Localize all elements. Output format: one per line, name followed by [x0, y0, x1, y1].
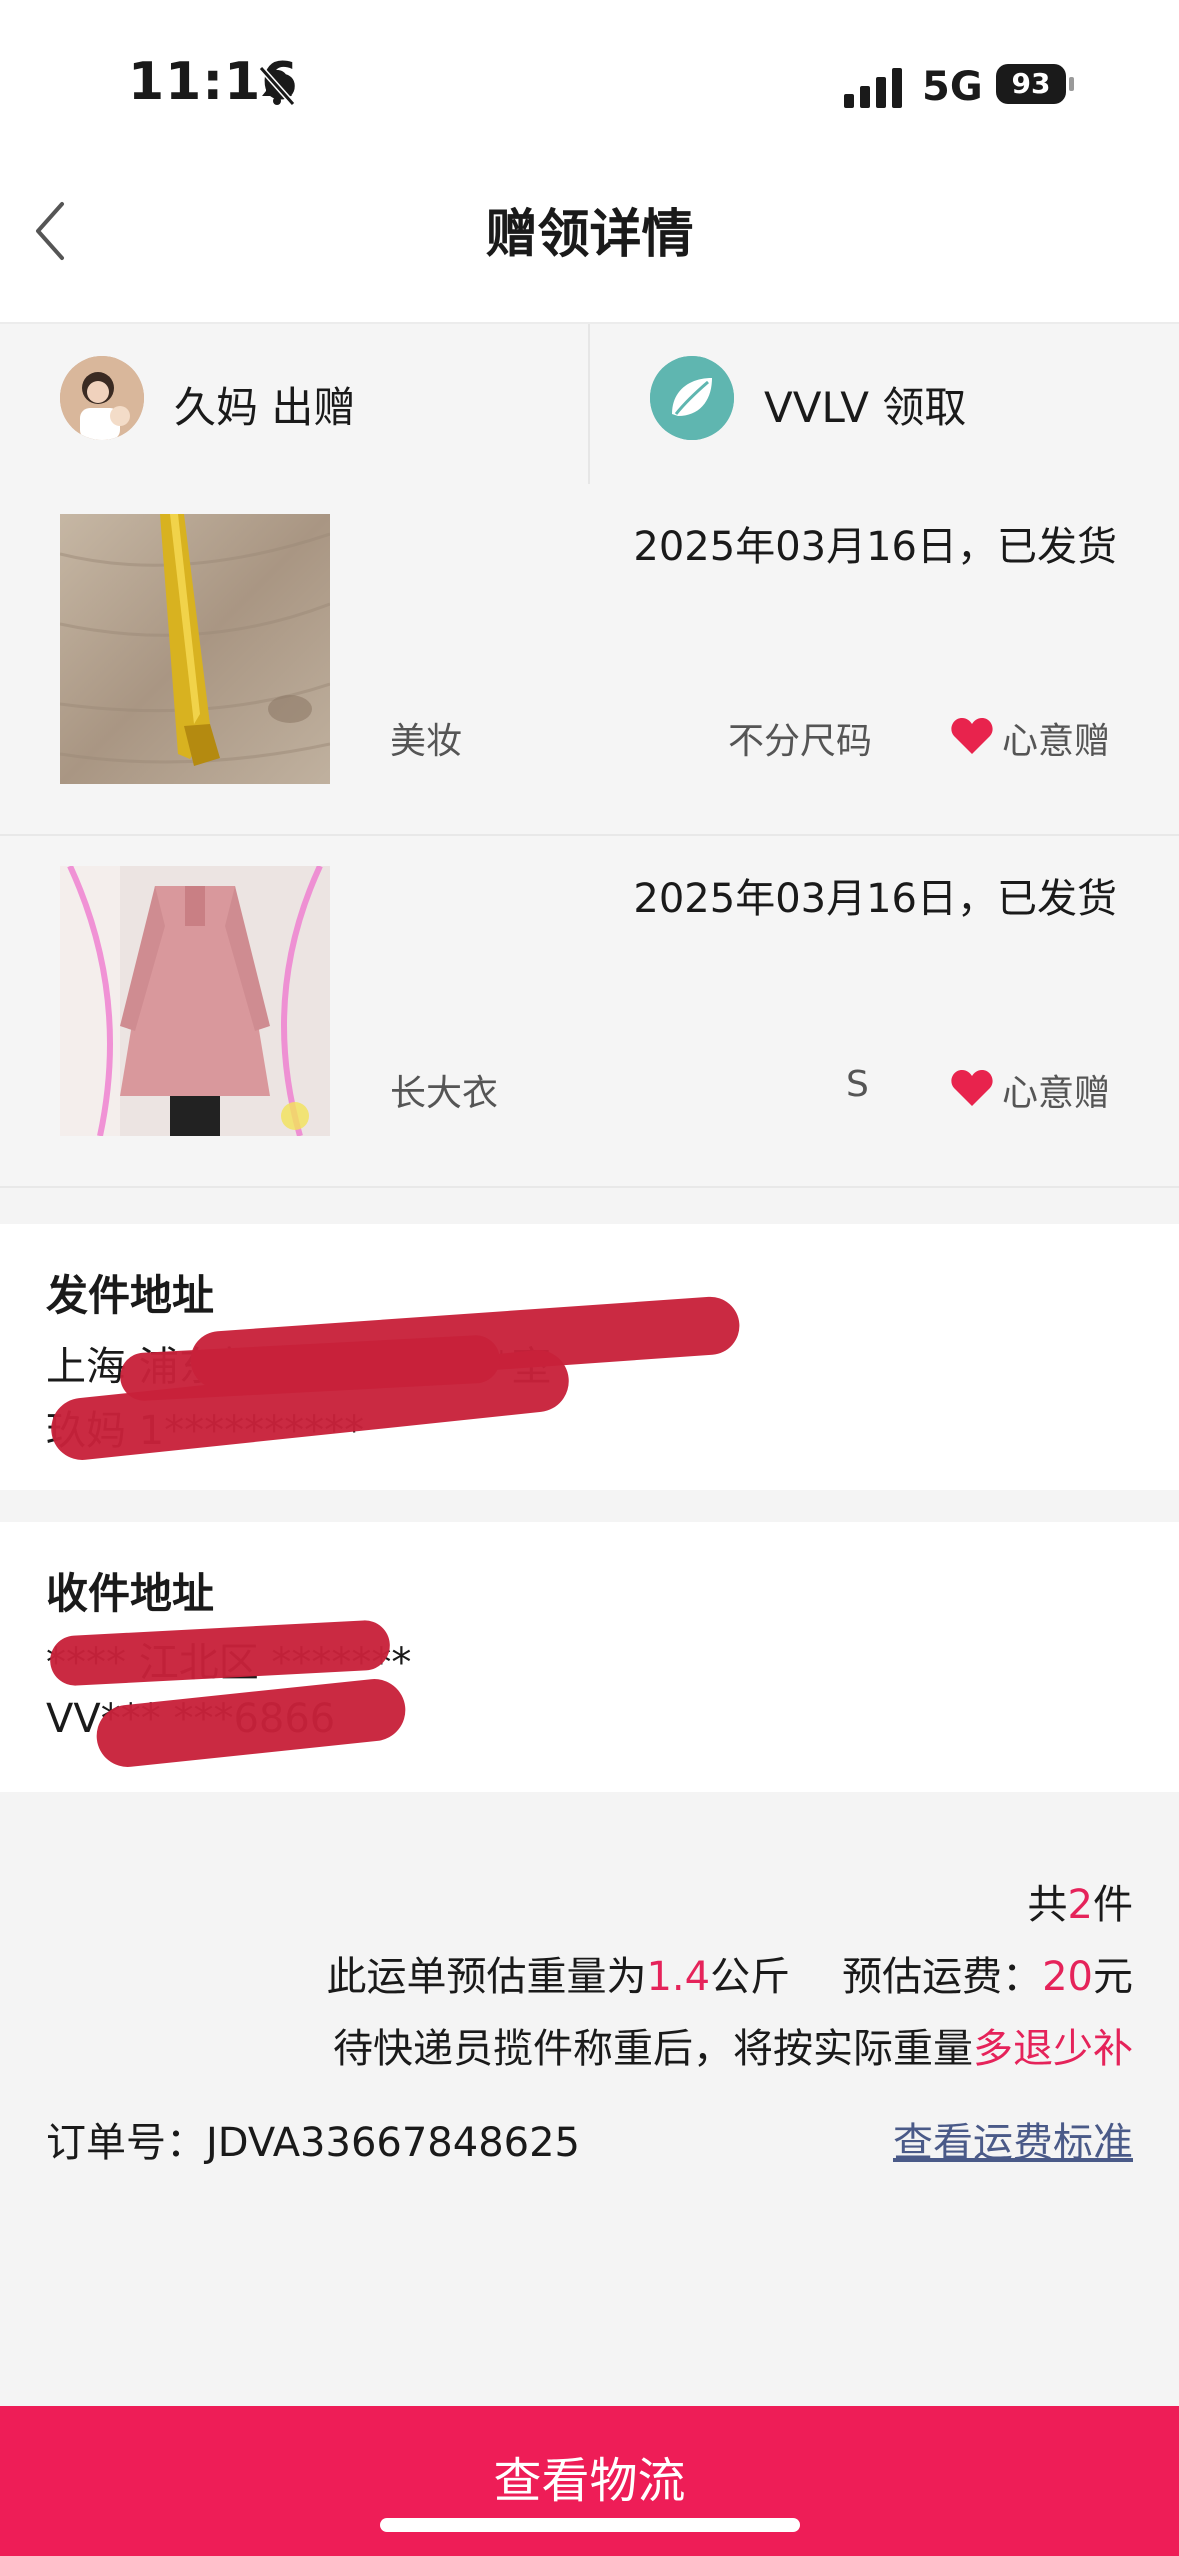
item-thumbnail: [60, 866, 330, 1136]
battery-icon: 93: [996, 64, 1074, 104]
item-tag: 心意赠: [1002, 1073, 1111, 1114]
total-count: 共2件: [1027, 1882, 1133, 1928]
weight-note: 待快递员揽件称重后，将按实际重量多退少补: [333, 2026, 1133, 2072]
item-thumbnail: [60, 514, 330, 784]
status-bar: 11:16 5G 93: [0, 0, 1179, 150]
order-number: 订单号：JDVA33667848625: [46, 2120, 581, 2166]
heart-icon: [951, 718, 993, 754]
item-category: 长大衣: [390, 1073, 499, 1114]
battery-level: 93: [996, 64, 1066, 104]
redaction-scribble: [93, 1675, 409, 1771]
item-date-status: 2025年03月16日，已发货: [633, 876, 1117, 922]
item-tag: 心意赠: [1002, 721, 1111, 762]
sender-address-title: 发件地址: [46, 1271, 215, 1320]
nav-bar: 赠领详情: [0, 150, 1179, 322]
parties-row: 久妈 出赠 VVLV 领取: [0, 322, 1179, 486]
page-title: 赠领详情: [485, 205, 694, 265]
sender-address-card: 发件地址 上海 浦东新区 **********室 玖妈 1**********: [0, 1224, 1179, 1490]
home-indicator[interactable]: [380, 2518, 800, 2532]
giver-name: 久妈 出赠: [174, 383, 356, 432]
item-date-status: 2025年03月16日，已发货: [633, 524, 1117, 570]
list-item[interactable]: 2025年03月16日，已发货 长大衣 S 心意赠: [0, 836, 1179, 1188]
item-size: 不分尺码: [728, 721, 873, 762]
receiver-address-card: 收件地址 **** 江北区 ******* VV*** ***6866: [0, 1522, 1179, 1792]
signal-icon: [844, 68, 902, 108]
receiver-address-title: 收件地址: [46, 1569, 215, 1618]
view-logistics-button[interactable]: 查看物流: [0, 2406, 1179, 2556]
heart-icon: [951, 1070, 993, 1106]
receiver-name: VVLV 领取: [764, 383, 967, 432]
network-label: 5G: [922, 64, 983, 110]
bell-muted-icon: [258, 66, 296, 106]
weight-fee-line: 此运单预估重量为1.4公斤 预估运费：20元: [326, 1954, 1133, 2000]
giver-avatar[interactable]: [60, 356, 144, 440]
fee-standard-link[interactable]: 查看运费标准: [893, 2110, 1133, 2168]
list-item[interactable]: 2025年03月16日，已发货 美妆 不分尺码 心意赠: [0, 484, 1179, 836]
item-category: 美妆: [390, 721, 463, 762]
receiver-avatar[interactable]: [650, 356, 734, 440]
item-size: S: [846, 1064, 869, 1105]
parties-divider: [588, 324, 590, 484]
